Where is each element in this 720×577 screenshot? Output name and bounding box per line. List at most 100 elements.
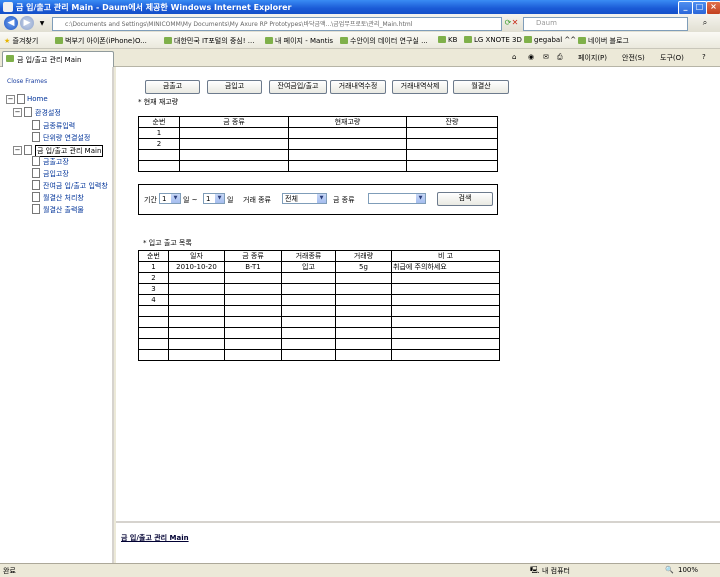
tree-item-unit-setting[interactable]: 단위량 연결설정 <box>43 133 90 143</box>
period-mid-label: 일 ~ <box>183 196 198 204</box>
history-dropdown-icon[interactable]: ▼ <box>37 19 47 29</box>
back-icon[interactable]: ◀ <box>4 16 18 30</box>
table-cell <box>406 149 498 161</box>
table-cell <box>224 316 282 328</box>
sidebar-frame: Close Frames − Home − 환경설정 금종류입력 단위량 연결설… <box>0 67 114 563</box>
tree-item-outgoing[interactable]: 금출고장 <box>43 157 69 167</box>
table-row <box>138 349 500 361</box>
tab-bar: 금 입/출고 관리 Main ⌂ ◉ ✉ ⎙ 페이지(P) 안전(S) 도구(O… <box>0 49 720 67</box>
tools-menu[interactable]: 도구(O) <box>660 53 684 63</box>
help-icon[interactable]: ? <box>702 53 706 61</box>
table-cell <box>168 272 225 284</box>
list-title: * 입고 출고 목록 <box>143 239 192 247</box>
collapse-icon[interactable]: − <box>13 108 22 117</box>
favorite-item[interactable]: 대한민국 IT포털의 중심! ... <box>164 36 254 46</box>
table-cell <box>138 316 169 328</box>
table-cell <box>391 305 500 317</box>
remaining-io-button[interactable]: 잔여금입/출고 <box>269 80 327 94</box>
tree-item-monthly-close[interactable]: 월결산 처리창 <box>43 193 84 203</box>
table-cell <box>138 149 180 161</box>
page-icon <box>6 55 14 62</box>
page-icon <box>24 145 32 155</box>
url-input[interactable]: c:\Documents and Settings\MINICOMM\My Do… <box>52 17 502 31</box>
stop-icon[interactable]: ✕ <box>510 18 520 28</box>
table-cell <box>179 160 289 172</box>
zoom-level[interactable]: 100% <box>678 566 698 574</box>
table-row <box>138 160 498 172</box>
table-cell <box>168 283 225 295</box>
page-menu[interactable]: 페이지(P) <box>578 53 607 63</box>
table-cell <box>168 327 225 339</box>
period-to-select[interactable]: 1 ▼ <box>203 193 225 204</box>
period-from-select[interactable]: 1 ▼ <box>159 193 181 204</box>
table-cell: 취급에 주의하세요 <box>391 261 500 273</box>
search-input[interactable]: Daum <box>523 17 688 31</box>
table-cell <box>224 294 282 306</box>
column-header: 현재고량 <box>288 116 407 128</box>
column-header: 금 종류 <box>224 250 282 262</box>
favorite-item[interactable]: 내 페이지 - Mantis <box>265 36 333 46</box>
table-cell <box>281 349 336 361</box>
favorite-label: 네이버 블로그 <box>588 37 629 45</box>
favorite-item[interactable]: 벅부기 아이폰(iPhone)O... <box>55 36 147 46</box>
home-icon[interactable]: ⌂ <box>512 53 516 61</box>
monthly-close-button[interactable]: 월결산 <box>453 80 509 94</box>
chevron-down-icon: ▼ <box>171 194 180 203</box>
tree-item-gold-type-input[interactable]: 금종류입력 <box>43 121 75 131</box>
favorite-item[interactable]: LG XNOTE 3D <box>464 36 522 44</box>
favorite-label: 대한민국 IT포털의 중심! ... <box>174 37 255 45</box>
favorites-button[interactable]: ★ 즐겨찾기 <box>4 36 38 46</box>
main-frame: 금출고 금입고 잔여금입/출고 거래내역수정 거래내역삭제 월결산 * 현재 재… <box>116 67 720 521</box>
page-icon <box>340 37 348 44</box>
url-text: c:\Documents and Settings\MINICOMM\My Do… <box>65 21 413 28</box>
gold-type-select[interactable]: ▼ <box>368 193 426 204</box>
status-text: 완료 <box>3 567 16 575</box>
table-row: 3 <box>138 283 500 295</box>
column-header: 거래종류 <box>281 250 336 262</box>
ie-icon <box>3 2 13 12</box>
tree-item-remaining[interactable]: 잔여금 입/출고 입력창 <box>43 181 113 191</box>
delete-transaction-button[interactable]: 거래내역삭제 <box>392 80 448 94</box>
tree-item-main[interactable]: 금 입/출고 관리 Main <box>35 145 104 157</box>
tree-item-monthly-print[interactable]: 월결산 출력물 <box>43 205 84 215</box>
search-icon[interactable]: ⌕ <box>700 18 710 28</box>
edit-transaction-button[interactable]: 거래내역수정 <box>330 80 386 94</box>
zoom-icon[interactable]: 🔍 <box>665 566 674 574</box>
table-row: 2 <box>138 272 500 284</box>
mail-icon[interactable]: ✉ <box>543 53 549 61</box>
minimize-icon[interactable]: _ <box>678 1 693 15</box>
table-cell <box>281 305 336 317</box>
tab-main[interactable]: 금 입/출고 관리 Main <box>2 51 114 67</box>
table-row: 1 2010-10-20 B-T1 입고 5g 취급에 주의하세요 <box>138 261 500 273</box>
tree-item-incoming[interactable]: 금입고장 <box>43 169 69 179</box>
gold-out-button[interactable]: 금출고 <box>145 80 200 94</box>
maximize-icon[interactable]: □ <box>692 1 707 15</box>
table-cell <box>179 149 289 161</box>
close-frames-link[interactable]: Close Frames <box>7 78 47 85</box>
table-cell <box>335 338 392 350</box>
tree-item-home[interactable]: Home <box>27 95 48 103</box>
favorite-item[interactable]: KB <box>438 36 457 44</box>
close-icon[interactable]: × <box>706 1 720 15</box>
table-cell: 3 <box>138 283 169 295</box>
day-label: 일 <box>227 196 234 204</box>
chevron-down-icon: ▼ <box>215 194 224 203</box>
table-cell <box>391 338 500 350</box>
search-button[interactable]: 검색 <box>437 192 493 206</box>
bottom-title-link[interactable]: 금 입/출고 관리 Main <box>121 533 189 543</box>
feeds-icon[interactable]: ◉ <box>528 53 534 61</box>
gold-in-button[interactable]: 금입고 <box>207 80 262 94</box>
safety-menu[interactable]: 안전(S) <box>622 53 645 63</box>
tree-item-settings[interactable]: 환경설정 <box>35 108 61 118</box>
collapse-icon[interactable]: − <box>13 146 22 155</box>
favorite-item[interactable]: gegabal ^^ <box>524 36 576 44</box>
collapse-icon[interactable]: − <box>6 95 15 104</box>
print-icon[interactable]: ⎙ <box>557 53 563 62</box>
page-icon <box>438 36 446 43</box>
favorite-item[interactable]: 수안이의 데이터 연구실 ... <box>340 36 428 46</box>
transaction-type-select[interactable]: 전체 ▼ <box>282 193 327 204</box>
column-header: 금 종류 <box>179 116 289 128</box>
forward-icon[interactable]: ▶ <box>20 16 34 30</box>
favorite-item[interactable]: 네이버 블로그 <box>578 36 629 46</box>
column-header: 비 고 <box>391 250 500 262</box>
